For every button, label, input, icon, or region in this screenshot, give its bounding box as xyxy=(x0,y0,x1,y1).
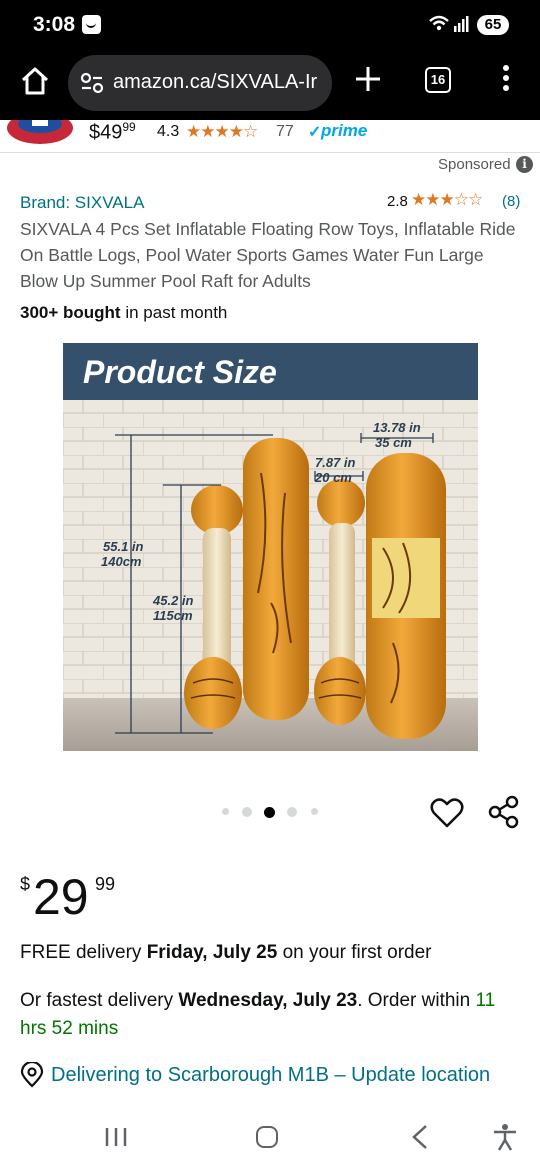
carousel-dot-active[interactable] xyxy=(264,807,275,818)
rating-count-link[interactable]: (8) xyxy=(502,193,520,210)
dimension-short-in: 45.2 in xyxy=(152,593,194,608)
overflow-menu-icon[interactable] xyxy=(496,65,516,95)
notification-icon xyxy=(82,15,101,34)
image-title: Product Size xyxy=(83,354,277,390)
sticky-product-bar[interactable]: $4999 4.3 ★★★★☆ 77 ✓ prime xyxy=(0,120,540,153)
free-delivery-message: FREE delivery Friday, July 25 on your fi… xyxy=(20,942,432,963)
battery-indicator: 65 xyxy=(477,15,509,35)
system-home-icon[interactable] xyxy=(256,1126,278,1148)
product-image[interactable]: Product Size 55.1 in 140cm 45.2 in 115cm… xyxy=(63,343,478,751)
free-delivery-date: Friday, July 25 xyxy=(146,942,278,963)
status-bar: 3:08 65 xyxy=(0,0,540,50)
product-title[interactable]: SIXVALA 4 Pcs Set Inflatable Floating Ro… xyxy=(20,216,525,294)
carousel-dot[interactable] xyxy=(222,808,229,815)
prime-badge: prime xyxy=(321,121,368,140)
url-text[interactable]: amazon.ca/SIXVALA-Ir xyxy=(113,71,325,94)
sticky-price: $4999 xyxy=(89,120,136,144)
location-pin-icon[interactable] xyxy=(20,1062,44,1088)
carousel-dot[interactable] xyxy=(311,808,318,815)
sticky-star-rating: ★★★★☆ xyxy=(186,122,258,141)
product-thumbnail xyxy=(7,120,73,144)
delivery-location-link[interactable]: Delivering to Scarborough M1B – Update l… xyxy=(51,1061,521,1101)
wifi-signal-icon xyxy=(429,15,469,32)
accessibility-icon[interactable] xyxy=(492,1123,518,1151)
recent-apps-icon[interactable] xyxy=(104,1126,128,1148)
address-bar[interactable]: amazon.ca/SIXVALA-Ir xyxy=(68,55,332,111)
home-icon[interactable] xyxy=(18,64,52,98)
price-fraction: 99 xyxy=(95,874,116,894)
tab-switcher-button[interactable]: 16 xyxy=(425,67,451,93)
brand-link[interactable]: Brand: SIXVALA xyxy=(20,193,144,213)
fastest-delivery-message: Or fastest delivery Wednesday, July 23. … xyxy=(20,990,496,1039)
share-icon[interactable] xyxy=(487,795,521,829)
sticky-review-count: 77 xyxy=(276,123,294,140)
dimension-narrow-cm: 20 cm xyxy=(314,470,352,485)
new-tab-icon[interactable] xyxy=(353,64,383,94)
dimension-narrow-in: 7.87 in xyxy=(315,455,356,470)
dimension-short-cm: 115cm xyxy=(153,608,193,623)
browser-toolbar: amazon.ca/SIXVALA-Ir 16 xyxy=(0,50,540,120)
heart-icon[interactable] xyxy=(430,797,464,829)
dimension-wide-in: 13.78 in xyxy=(373,420,421,435)
carousel-dot[interactable] xyxy=(287,807,297,817)
site-settings-icon[interactable] xyxy=(80,72,104,94)
price-whole: 29 xyxy=(33,869,89,925)
carousel-dot[interactable] xyxy=(242,807,252,817)
sponsored-label: Sponsored xyxy=(438,156,511,173)
bought-count: 300+ bought in past month xyxy=(20,303,228,322)
status-time: 3:08 xyxy=(33,13,76,36)
back-icon[interactable] xyxy=(408,1124,432,1150)
dimension-tall-cm: 140cm xyxy=(101,554,142,569)
rating-value: 2.8 xyxy=(387,193,408,210)
star-rating[interactable]: ★★★☆☆ xyxy=(411,190,483,210)
system-navigation-bar xyxy=(0,1102,540,1170)
dimension-wide-cm: 35 cm xyxy=(375,435,412,450)
sticky-rating-value: 4.3 xyxy=(157,123,180,140)
price-currency: $ xyxy=(20,874,31,894)
dimension-tall-in: 55.1 in xyxy=(103,539,144,554)
prime-check-icon: ✓ xyxy=(308,124,322,141)
info-icon[interactable]: i xyxy=(516,156,533,173)
image-carousel-dots[interactable] xyxy=(220,804,325,818)
fastest-delivery-date: Wednesday, July 23 xyxy=(178,990,358,1011)
